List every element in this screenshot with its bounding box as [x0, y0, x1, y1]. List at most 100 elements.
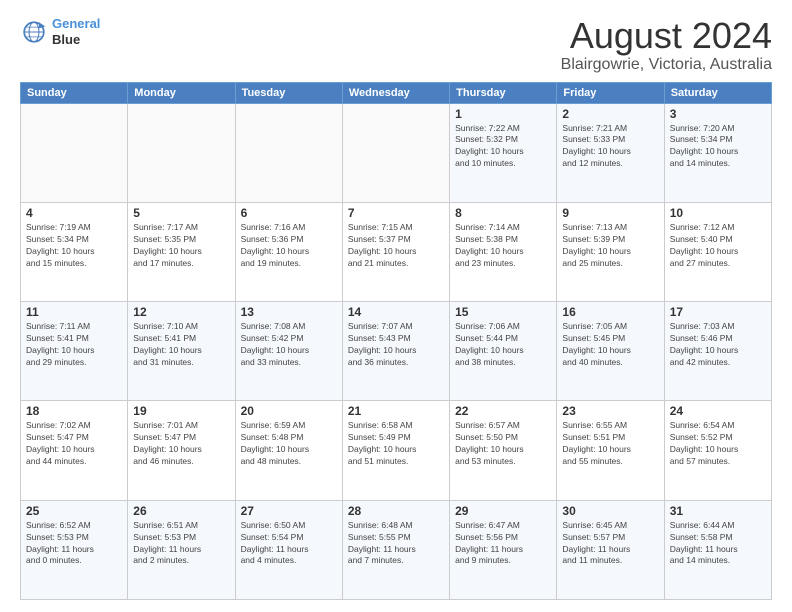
calendar-week-1: 1Sunrise: 7:22 AM Sunset: 5:32 PM Daylig…	[21, 103, 772, 202]
day-number: 25	[26, 504, 122, 518]
calendar-cell: 22 Sunrise: 6:57 AM Sunset: 5:50 PM Dayli…	[450, 401, 557, 500]
calendar-cell	[342, 103, 449, 202]
calendar-cell: 11Sunrise: 7:11 AM Sunset: 5:41 PM Dayli…	[21, 302, 128, 401]
day-info: Sunrise: 6:48 AM Sunset: 5:55 PM Dayligh…	[348, 520, 444, 568]
day-info: Sunrise: 7:02 AM Sunset: 5:47 PM Dayligh…	[26, 420, 122, 468]
day-number: 16	[562, 305, 658, 319]
day-number: 9	[562, 206, 658, 220]
calendar-cell: 28 Sunrise: 6:48 AM Sunset: 5:55 PM Dayli…	[342, 500, 449, 599]
day-info: Sunrise: 7:06 AM Sunset: 5:44 PM Dayligh…	[455, 321, 551, 369]
day-number: 3	[670, 107, 766, 121]
day-info: Sunrise: 6:57 AM Sunset: 5:50 PM Dayligh…	[455, 420, 551, 468]
calendar-cell: 24Sunrise: 6:54 AM Sunset: 5:52 PM Dayli…	[664, 401, 771, 500]
calendar-cell: 1Sunrise: 7:22 AM Sunset: 5:32 PM Daylig…	[450, 103, 557, 202]
calendar-cell: 7Sunrise: 7:15 AM Sunset: 5:37 PM Daylig…	[342, 202, 449, 301]
day-info: Sunrise: 6:58 AM Sunset: 5:49 PM Dayligh…	[348, 420, 444, 468]
calendar-cell: 27 Sunrise: 6:50 AM Sunset: 5:54 PM Dayli…	[235, 500, 342, 599]
day-info: Sunrise: 6:51 AM Sunset: 5:53 PM Dayligh…	[133, 520, 229, 568]
day-info: Sunrise: 7:03 AM Sunset: 5:46 PM Dayligh…	[670, 321, 766, 369]
calendar-cell: 10Sunrise: 7:12 AM Sunset: 5:40 PM Dayli…	[664, 202, 771, 301]
day-info: Sunrise: 7:17 AM Sunset: 5:35 PM Dayligh…	[133, 222, 229, 270]
day-info: Sunrise: 7:08 AM Sunset: 5:42 PM Dayligh…	[241, 321, 337, 369]
day-info: Sunrise: 6:47 AM Sunset: 5:56 PM Dayligh…	[455, 520, 551, 568]
calendar-subtitle: Blairgowrie, Victoria, Australia	[561, 56, 772, 74]
calendar-header-row: Sunday Monday Tuesday Wednesday Thursday…	[21, 82, 772, 103]
day-number: 22	[455, 404, 551, 418]
calendar-cell: 9Sunrise: 7:13 AM Sunset: 5:39 PM Daylig…	[557, 202, 664, 301]
day-info: Sunrise: 7:11 AM Sunset: 5:41 PM Dayligh…	[26, 321, 122, 369]
calendar-cell: 6Sunrise: 7:16 AM Sunset: 5:36 PM Daylig…	[235, 202, 342, 301]
calendar-cell	[235, 103, 342, 202]
header: General Blue August 2024 Blairgowrie, Vi…	[20, 16, 772, 74]
calendar-cell	[128, 103, 235, 202]
day-number: 14	[348, 305, 444, 319]
day-number: 10	[670, 206, 766, 220]
day-info: Sunrise: 7:21 AM Sunset: 5:33 PM Dayligh…	[562, 123, 658, 171]
col-wednesday: Wednesday	[342, 82, 449, 103]
calendar-cell: 29Sunrise: 6:47 AM Sunset: 5:56 PM Dayli…	[450, 500, 557, 599]
day-info: Sunrise: 6:45 AM Sunset: 5:57 PM Dayligh…	[562, 520, 658, 568]
day-number: 31	[670, 504, 766, 518]
calendar-table: Sunday Monday Tuesday Wednesday Thursday…	[20, 82, 772, 600]
day-info: Sunrise: 6:59 AM Sunset: 5:48 PM Dayligh…	[241, 420, 337, 468]
title-block: August 2024 Blairgowrie, Victoria, Austr…	[561, 16, 772, 74]
day-number: 8	[455, 206, 551, 220]
day-info: Sunrise: 7:19 AM Sunset: 5:34 PM Dayligh…	[26, 222, 122, 270]
calendar-cell: 30Sunrise: 6:45 AM Sunset: 5:57 PM Dayli…	[557, 500, 664, 599]
day-number: 26	[133, 504, 229, 518]
day-number: 7	[348, 206, 444, 220]
col-tuesday: Tuesday	[235, 82, 342, 103]
calendar-cell: 17 Sunrise: 7:03 AM Sunset: 5:46 PM Dayli…	[664, 302, 771, 401]
calendar-week-4: 18 Sunrise: 7:02 AM Sunset: 5:47 PM Dayli…	[21, 401, 772, 500]
calendar-week-3: 11Sunrise: 7:11 AM Sunset: 5:41 PM Dayli…	[21, 302, 772, 401]
day-info: Sunrise: 7:10 AM Sunset: 5:41 PM Dayligh…	[133, 321, 229, 369]
logo-icon	[20, 18, 48, 46]
calendar-cell: 5 Sunrise: 7:17 AM Sunset: 5:35 PM Daylig…	[128, 202, 235, 301]
day-info: Sunrise: 6:44 AM Sunset: 5:58 PM Dayligh…	[670, 520, 766, 568]
calendar-cell: 15 Sunrise: 7:06 AM Sunset: 5:44 PM Dayli…	[450, 302, 557, 401]
day-info: Sunrise: 7:07 AM Sunset: 5:43 PM Dayligh…	[348, 321, 444, 369]
calendar-cell: 12 Sunrise: 7:10 AM Sunset: 5:41 PM Dayli…	[128, 302, 235, 401]
day-number: 17	[670, 305, 766, 319]
day-number: 6	[241, 206, 337, 220]
calendar-cell: 8Sunrise: 7:14 AM Sunset: 5:38 PM Daylig…	[450, 202, 557, 301]
col-thursday: Thursday	[450, 82, 557, 103]
calendar-title: August 2024	[561, 16, 772, 56]
calendar-cell: 26 Sunrise: 6:51 AM Sunset: 5:53 PM Dayli…	[128, 500, 235, 599]
calendar-week-5: 25 Sunrise: 6:52 AM Sunset: 5:53 PM Dayli…	[21, 500, 772, 599]
day-number: 27	[241, 504, 337, 518]
calendar-cell: 13 Sunrise: 7:08 AM Sunset: 5:42 PM Dayli…	[235, 302, 342, 401]
day-number: 24	[670, 404, 766, 418]
calendar-cell: 16 Sunrise: 7:05 AM Sunset: 5:45 PM Dayli…	[557, 302, 664, 401]
col-saturday: Saturday	[664, 82, 771, 103]
calendar-cell: 25 Sunrise: 6:52 AM Sunset: 5:53 PM Dayli…	[21, 500, 128, 599]
logo-text: General Blue	[52, 16, 100, 47]
day-number: 19	[133, 404, 229, 418]
calendar-cell: 2 Sunrise: 7:21 AM Sunset: 5:33 PM Daylig…	[557, 103, 664, 202]
day-number: 5	[133, 206, 229, 220]
calendar-week-2: 4 Sunrise: 7:19 AM Sunset: 5:34 PM Daylig…	[21, 202, 772, 301]
col-sunday: Sunday	[21, 82, 128, 103]
day-number: 15	[455, 305, 551, 319]
logo: General Blue	[20, 16, 100, 47]
day-info: Sunrise: 6:52 AM Sunset: 5:53 PM Dayligh…	[26, 520, 122, 568]
col-monday: Monday	[128, 82, 235, 103]
day-number: 2	[562, 107, 658, 121]
day-number: 28	[348, 504, 444, 518]
day-info: Sunrise: 7:22 AM Sunset: 5:32 PM Dayligh…	[455, 123, 551, 171]
day-number: 23	[562, 404, 658, 418]
day-info: Sunrise: 7:05 AM Sunset: 5:45 PM Dayligh…	[562, 321, 658, 369]
day-number: 12	[133, 305, 229, 319]
day-number: 4	[26, 206, 122, 220]
calendar-cell: 4 Sunrise: 7:19 AM Sunset: 5:34 PM Daylig…	[21, 202, 128, 301]
day-info: Sunrise: 6:50 AM Sunset: 5:54 PM Dayligh…	[241, 520, 337, 568]
calendar-cell: 21 Sunrise: 6:58 AM Sunset: 5:49 PM Dayli…	[342, 401, 449, 500]
calendar-cell	[21, 103, 128, 202]
day-number: 13	[241, 305, 337, 319]
day-info: Sunrise: 6:55 AM Sunset: 5:51 PM Dayligh…	[562, 420, 658, 468]
calendar-cell: 18 Sunrise: 7:02 AM Sunset: 5:47 PM Dayli…	[21, 401, 128, 500]
col-friday: Friday	[557, 82, 664, 103]
day-number: 21	[348, 404, 444, 418]
day-info: Sunrise: 7:01 AM Sunset: 5:47 PM Dayligh…	[133, 420, 229, 468]
day-number: 18	[26, 404, 122, 418]
